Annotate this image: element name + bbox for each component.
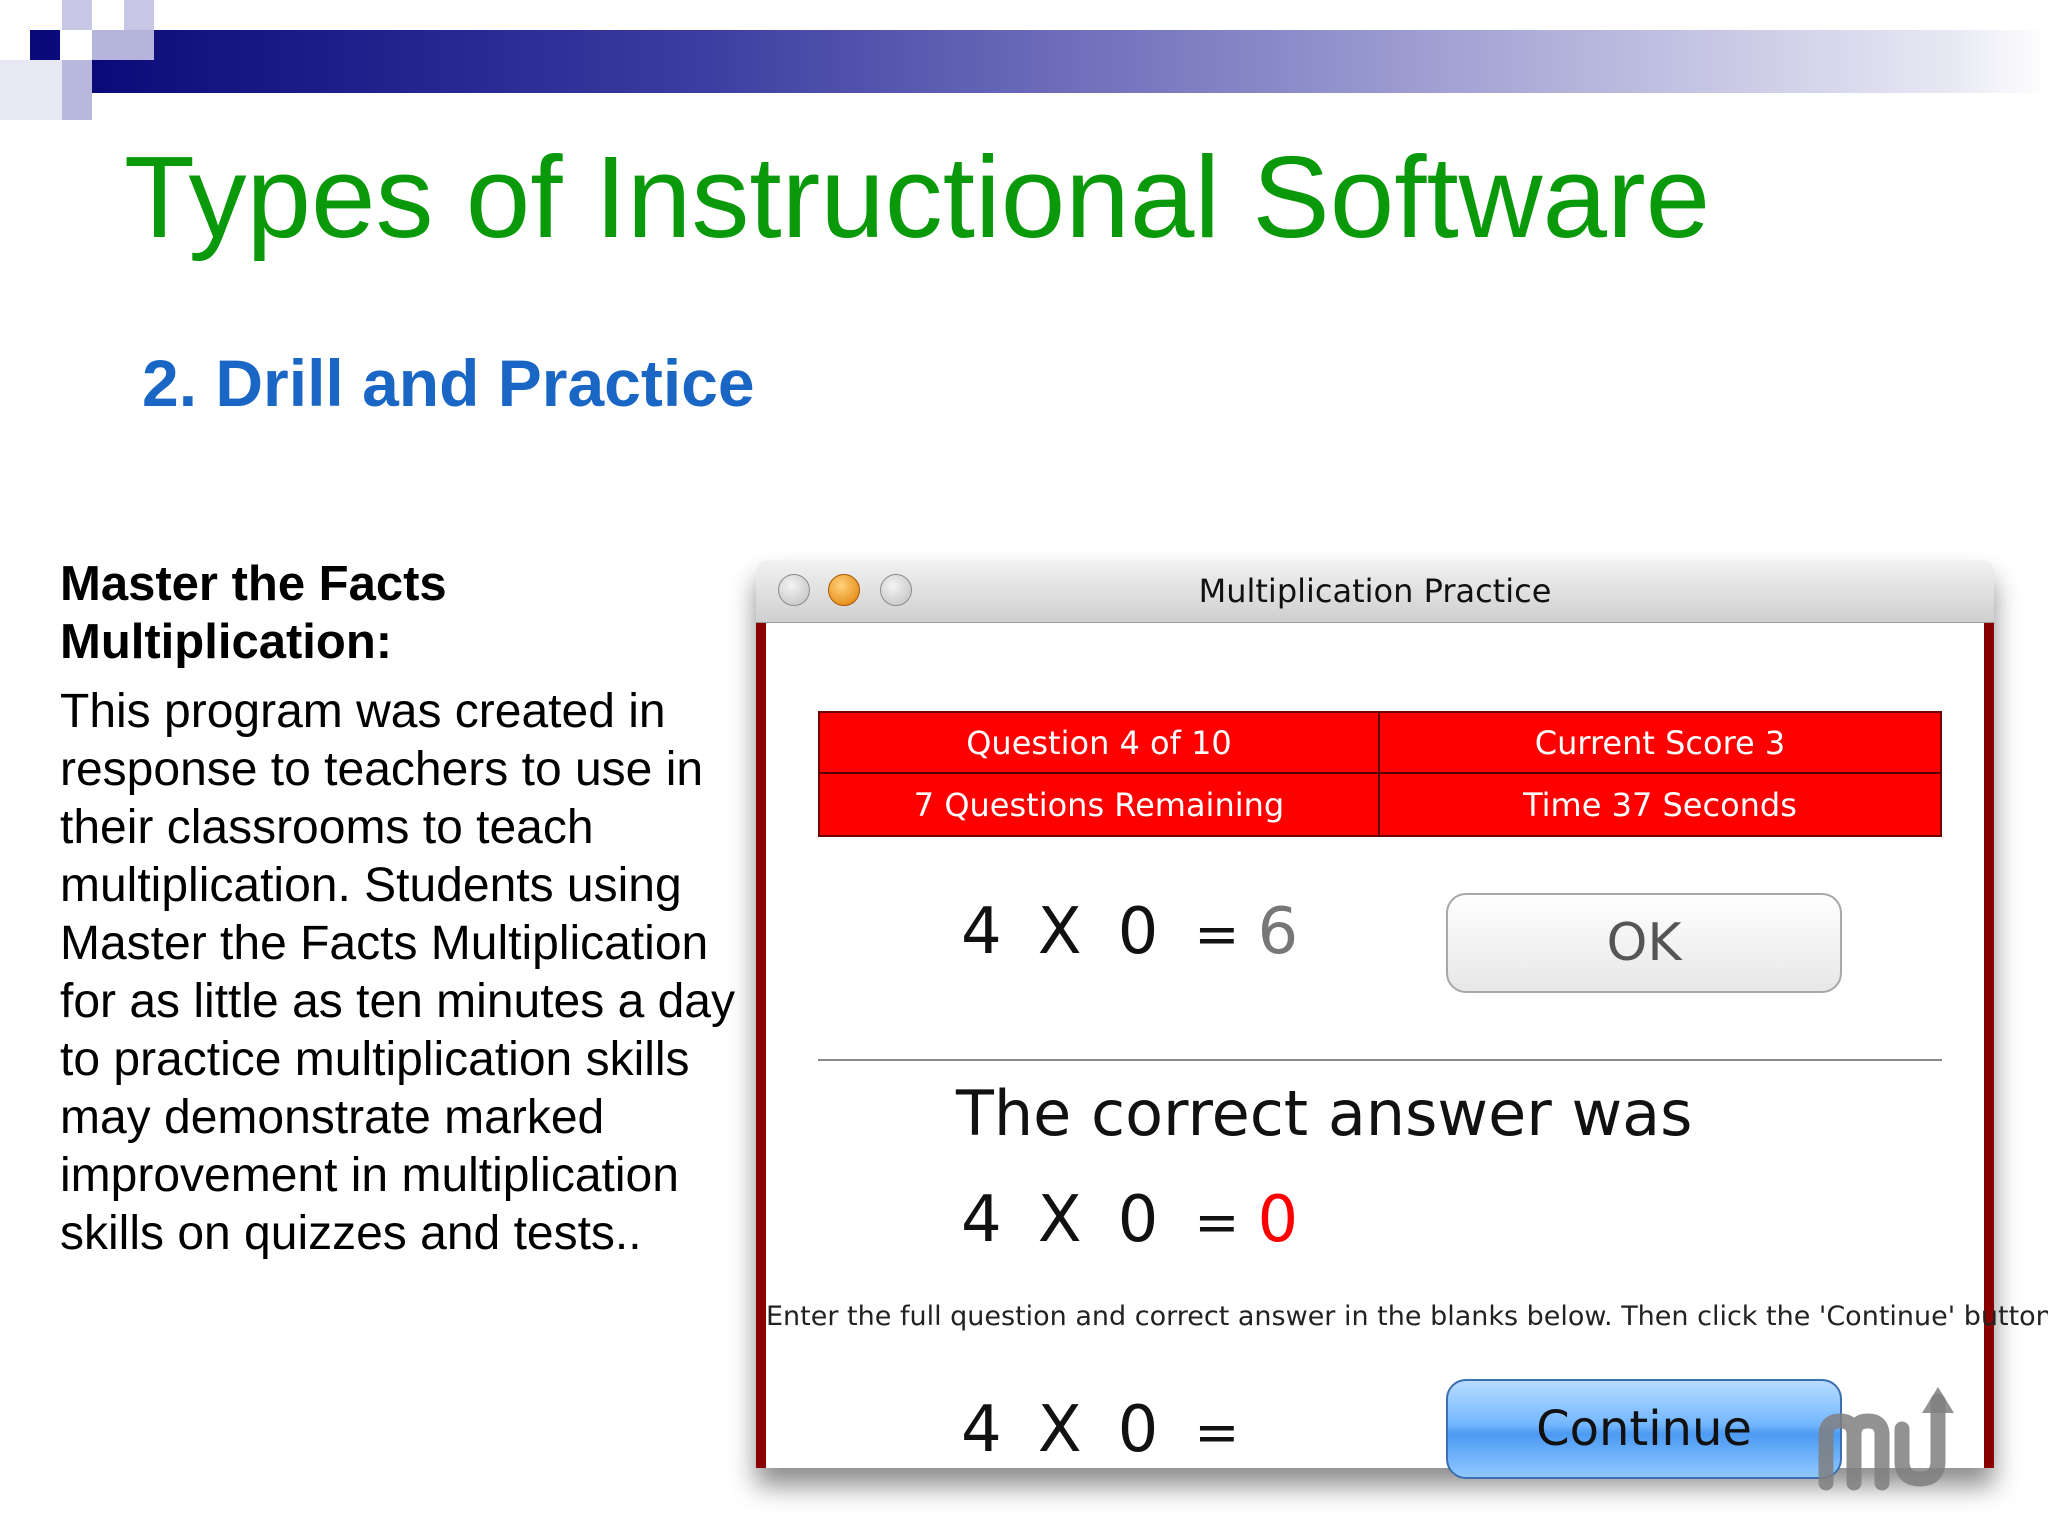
operand-b: 0 bbox=[1117, 1183, 1159, 1257]
macupdate-logo-icon bbox=[1818, 1387, 1954, 1491]
window-content: Question 4 of 10 Current Score 3 7 Quest… bbox=[756, 623, 2048, 1491]
entry-equation[interactable]: 4 X 0 = bbox=[961, 1393, 1318, 1467]
description-heading: Master the Facts Multiplication: bbox=[60, 557, 447, 669]
equals-sign: = bbox=[1194, 1401, 1240, 1464]
problem-equation: 4 X 0 = 6 bbox=[961, 895, 1298, 969]
entry-operand-b[interactable]: 0 bbox=[1118, 1393, 1159, 1467]
window-titlebar[interactable]: Multiplication Practice bbox=[756, 560, 1994, 623]
equals-sign: = bbox=[1194, 903, 1240, 966]
current-score: Current Score 3 bbox=[1380, 713, 1940, 774]
correct-answer-label: The correct answer was bbox=[956, 1077, 1693, 1150]
entry-operand-a[interactable]: 4 bbox=[961, 1393, 1002, 1467]
slide-title: Types of Instructional Software bbox=[124, 132, 1711, 262]
description-body: This program was created in response to … bbox=[60, 685, 735, 1260]
slide-subtitle: 2. Drill and Practice bbox=[142, 346, 755, 420]
operator: X bbox=[1037, 1183, 1082, 1257]
header-square bbox=[62, 60, 92, 120]
questions-remaining: 7 Questions Remaining bbox=[820, 774, 1380, 835]
operand-a: 4 bbox=[961, 1183, 1002, 1257]
time-elapsed: Time 37 Seconds bbox=[1523, 785, 1797, 824]
question-counter: Question 4 of 10 bbox=[820, 713, 1380, 774]
continue-button[interactable]: Continue bbox=[1446, 1379, 1842, 1479]
header-square bbox=[92, 30, 154, 60]
status-panel: Question 4 of 10 Current Score 3 7 Quest… bbox=[818, 711, 1942, 837]
operand-b: 0 bbox=[1117, 895, 1159, 969]
instruction-text: Enter the full question and correct answ… bbox=[766, 1301, 2048, 1332]
operator: X bbox=[1037, 895, 1082, 969]
app-window: Multiplication Practice Question 4 of 10… bbox=[756, 560, 2048, 1491]
header-bar bbox=[92, 30, 2048, 93]
header-square bbox=[62, 0, 92, 30]
entry-operator[interactable]: X bbox=[1038, 1393, 1082, 1467]
description-block: Master the Facts Multiplication: This pr… bbox=[60, 555, 740, 1263]
window-title: Multiplication Practice bbox=[1198, 572, 1552, 610]
ok-button[interactable]: OK bbox=[1446, 893, 1842, 993]
user-answer: 6 bbox=[1257, 895, 1299, 969]
header-square bbox=[0, 60, 62, 120]
divider bbox=[818, 1059, 1942, 1061]
correct-equation: 4 X 0 = 0 bbox=[961, 1183, 1298, 1257]
equals-sign: = bbox=[1194, 1191, 1240, 1254]
operand-a: 4 bbox=[961, 895, 1002, 969]
header-square bbox=[30, 30, 60, 60]
correct-answer: 0 bbox=[1257, 1183, 1299, 1257]
